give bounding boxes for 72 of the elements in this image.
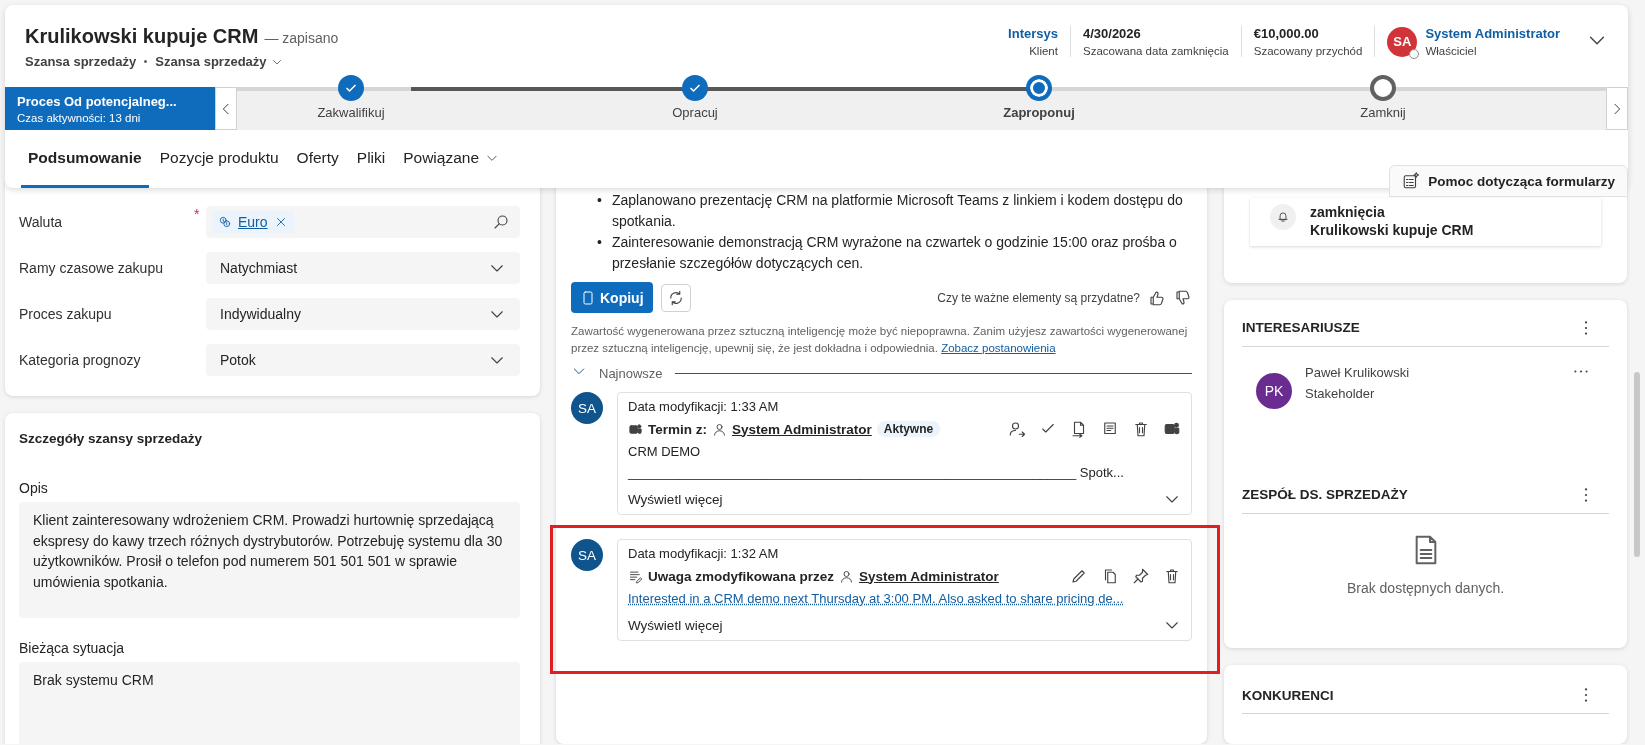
summary-label: Szacowany przychód xyxy=(1253,45,1363,57)
form-selector[interactable]: Szansa sprzedaży xyxy=(155,54,283,69)
bullet-marker: • xyxy=(597,233,602,252)
tab[interactable]: Powiązane xyxy=(396,130,507,188)
user-avatar: SA xyxy=(571,539,603,571)
summary-label: Klient xyxy=(1029,45,1058,57)
status-badge: Aktywne xyxy=(876,421,941,437)
terms-link[interactable]: Zobacz postanowienia xyxy=(941,342,1056,354)
group-label: Najnowsze xyxy=(599,365,663,381)
contact-avatar: PK xyxy=(1256,372,1292,409)
empty-message: Brak dostępnych danych. xyxy=(1346,579,1505,596)
modified-date: Data modyfikacji: 1:32 AM xyxy=(628,546,780,561)
user-avatar: SA xyxy=(571,392,603,424)
section-title: INTERESARIUSZE xyxy=(1242,320,1360,336)
section-title: ZESPÓŁ DS. SPRZEDAŻY xyxy=(1242,487,1408,503)
summary-value: 4/30/2026 xyxy=(1082,26,1141,41)
field-label: Ramy czasowe zakupu xyxy=(19,260,164,276)
activity-type: Termin z: xyxy=(648,421,707,437)
copy-button[interactable]: Kopiuj xyxy=(571,282,653,313)
required-mark: * xyxy=(194,206,201,222)
contact-role: Stakeholder xyxy=(1305,385,1376,401)
section-title: Szczegóły szansy sprzedaży xyxy=(19,431,204,446)
field-label: Proces zakupu xyxy=(19,306,113,322)
author-link[interactable]: System Administrator xyxy=(859,568,999,584)
field-label: Opis xyxy=(19,480,49,496)
summary-bullet: Zaplanowano prezentację CRM na platformie Microsoft Teams z linkiem i kodem dostępu do spotkania. xyxy=(611,191,1184,231)
owner-link[interactable]: System Administrator xyxy=(1425,26,1560,41)
field-label: Kategoria prognozy xyxy=(19,352,142,368)
stage-label[interactable]: Zakwalifikuj xyxy=(317,105,385,120)
stage-label[interactable]: Zaproponuj xyxy=(1003,105,1075,120)
text-area[interactable]: Brak systemu CRM xyxy=(19,662,520,744)
entity-name: Szansa sprzedaży xyxy=(25,54,137,69)
activity-type: Uwaga zmodyfikowana przez xyxy=(648,568,835,584)
form-help-button[interactable]: Pomoc dotycząca formularzy xyxy=(1389,165,1628,197)
activity-text: ______________________________________________________________ Spotk... xyxy=(628,465,1125,480)
modified-date: Data modyfikacji: 1:33 AM xyxy=(628,399,780,414)
dropdown-field[interactable]: Potok xyxy=(206,344,520,376)
tab[interactable]: Pozycje produktu xyxy=(152,130,286,188)
tab[interactable]: Pliki xyxy=(349,130,393,188)
activity-text: CRM DEMO xyxy=(628,444,702,459)
summary-label: Szacowana data zamknięcia xyxy=(1082,45,1229,57)
summary-link[interactable]: Intersys xyxy=(1008,26,1058,41)
lookup-link[interactable]: Euro xyxy=(238,214,268,230)
text-area[interactable]: Klient zainteresowany wdrożeniem CRM. Prowadzi hurtownię sprzedającą ekspresy do kawy trzech różnych dystrybutorów. Potrzebuję systemu dla 30 użytkowników. Prosił o telefon pod numerem 501 501 501 w sprawie umówienia spotkania. xyxy=(19,502,520,618)
summary-bullet: Zainteresowanie demonstracją CRM wyrażone na czwartek o godzinie 15:00 oraz prośba o przesłanie szczegółów dotyczących cen. xyxy=(611,233,1178,273)
ai-disclaimer: Zawartość wygenerowana przez sztuczną inteligencję może być niepoprawna. Zanim użyjesz zawartości wygenerowanej przez sztuczną inteligencję, upewnij się, że jest dokładna i odpowiednia. Zobacz postanowienia xyxy=(571,324,1189,356)
summary-label: Właściciel xyxy=(1425,45,1478,57)
dropdown-field[interactable]: Indywidualny xyxy=(206,298,520,330)
field-label: Bieżąca sytuacja xyxy=(19,640,126,656)
item-text: zamknięcia xyxy=(1310,204,1386,220)
process-badge[interactable]: Proces Od potencjalneg... Czas aktywności: 13 dni xyxy=(5,87,215,130)
note-link[interactable]: Interested in a CRM demo next Thursday at 3:00 PM. Also asked to share pricing de... xyxy=(628,591,1181,606)
lookup-tag[interactable]: Euro xyxy=(212,211,294,233)
show-more-button[interactable]: Wyświetl więcej xyxy=(628,612,1181,640)
section-title: KONKURENCI xyxy=(1242,687,1334,703)
summary-value: €10,000.00 xyxy=(1253,26,1319,41)
item-text: Krulikowski kupuje CRM xyxy=(1310,222,1474,238)
activity-item[interactable]: zamknięcia Krulikowski kupuje CRM xyxy=(1250,198,1601,246)
field-label: Waluta xyxy=(19,214,64,230)
dropdown-field[interactable]: Natychmiast xyxy=(206,252,520,284)
show-more-button[interactable]: Wyświetl więcej xyxy=(628,486,1181,514)
stage-label[interactable]: Zamknij xyxy=(1360,105,1406,120)
bullet-marker: • xyxy=(597,191,602,210)
contact-name[interactable]: Paweł Krulikowski xyxy=(1305,364,1560,380)
owner-avatar: SA xyxy=(1387,26,1418,57)
lookup-field[interactable]: Euro xyxy=(206,206,520,238)
feedback-question: Czy te ważne elementy są przydatne? xyxy=(937,290,1140,305)
author-link[interactable]: System Administrator xyxy=(732,421,872,437)
record-title: Krulikowski kupuje CRM xyxy=(25,25,259,48)
save-status: — zapisano xyxy=(264,30,339,46)
tab[interactable]: Oferty xyxy=(289,130,346,188)
stage-label[interactable]: Opracuj xyxy=(672,105,718,120)
